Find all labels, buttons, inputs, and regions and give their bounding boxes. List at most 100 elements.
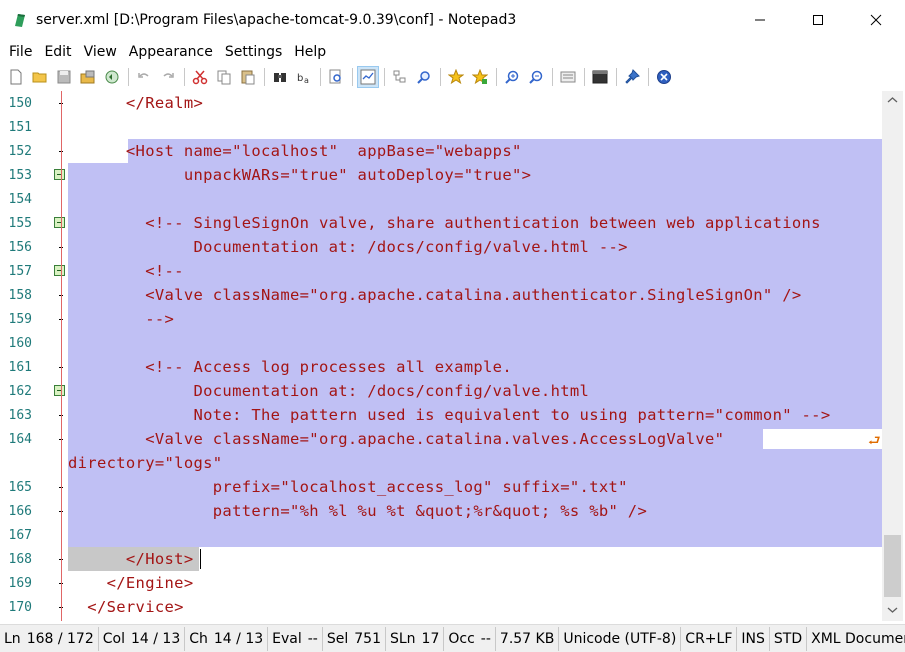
status-occurrences[interactable]: Occ -- (444, 626, 496, 651)
save-as-button[interactable] (77, 66, 99, 88)
status-std[interactable]: STD (770, 626, 808, 651)
copy-button[interactable] (213, 66, 235, 88)
status-insert-mode-value: INS (741, 630, 765, 647)
code-line[interactable]: <!-- SingleSignOn valve, share authentic… (68, 211, 821, 235)
bookmark-button[interactable] (445, 66, 467, 88)
code-line[interactable]: <!-- (68, 259, 184, 283)
find-button[interactable] (269, 66, 291, 88)
code-line[interactable]: </Realm> (68, 91, 203, 115)
status-selection[interactable]: Sel 751 (323, 626, 386, 651)
fold-toggle-icon[interactable] (54, 385, 65, 396)
code-area[interactable]: </Realm> <Host name="localhost" appBase=… (68, 91, 882, 621)
zoom-find-button[interactable] (413, 66, 435, 88)
new-file-button[interactable] (5, 66, 27, 88)
tree-icon (393, 70, 406, 83)
code-line[interactable]: Documentation at: /docs/config/valve.htm… (68, 235, 628, 259)
word-wrap-button[interactable] (357, 66, 379, 88)
redo-icon (163, 73, 174, 78)
cut-button[interactable] (189, 66, 211, 88)
toolbar: ba (0, 64, 905, 90)
status-column[interactable]: Col 14 / 13 (99, 626, 186, 651)
scroll-up-arrow-icon[interactable] (882, 93, 903, 107)
status-insert-mode[interactable]: INS (737, 626, 770, 651)
status-file-size[interactable]: 7.57 KB (496, 626, 560, 651)
minimize-button[interactable] (731, 0, 789, 40)
status-eval[interactable]: Eval -- (268, 626, 323, 651)
title-bar: server.xml [D:\Program Files\apache-tomc… (0, 0, 905, 40)
status-line[interactable]: Ln 168 / 172 (0, 626, 99, 651)
pin-button[interactable] (621, 66, 643, 88)
menu-appearance[interactable]: Appearance (124, 42, 218, 62)
menu-file[interactable]: File (4, 42, 37, 62)
line-number: 162 (8, 384, 32, 399)
menu-view[interactable]: View (79, 42, 122, 62)
save-icon (57, 70, 71, 84)
status-eol[interactable]: CR+LF (681, 626, 738, 651)
close-button[interactable] (847, 0, 905, 40)
close-icon (870, 14, 882, 26)
line-number: 157 (8, 264, 32, 279)
close-document-button[interactable] (653, 66, 675, 88)
code-line[interactable]: directory="logs" (68, 451, 222, 475)
code-line[interactable]: <!-- Access log processes all example. (68, 355, 512, 379)
open-button[interactable] (29, 66, 51, 88)
revert-icon (105, 70, 119, 84)
redo-button[interactable] (157, 66, 179, 88)
zoom-in-button[interactable] (501, 66, 523, 88)
vertical-scrollbar[interactable] (882, 91, 903, 621)
code-line[interactable]: </Engine> (68, 571, 194, 595)
code-line[interactable]: </Service> (68, 595, 184, 619)
code-line[interactable]: <Valve className="org.apache.catalina.va… (68, 427, 724, 451)
find-in-files-button[interactable] (325, 66, 347, 88)
replace-icon: ba (297, 73, 309, 85)
tree-button[interactable] (389, 66, 411, 88)
status-char[interactable]: Ch 14 / 13 (185, 626, 269, 651)
status-bar: Ln 168 / 172 Col 14 / 13 Ch 14 / 13 Eval… (0, 624, 905, 652)
status-char-label: Ch (189, 630, 208, 647)
code-line[interactable]: Documentation at: /docs/config/valve.htm… (68, 379, 589, 403)
line-number: 169 (8, 576, 32, 591)
undo-button[interactable] (133, 66, 155, 88)
paste-button[interactable] (237, 66, 259, 88)
selection-highlight (68, 331, 882, 355)
zoom-out-button[interactable] (525, 66, 547, 88)
status-selection-value: 751 (354, 630, 381, 647)
maximize-button[interactable] (789, 0, 847, 40)
code-line[interactable]: Note: The pattern used is equivalent to … (68, 403, 831, 427)
code-line[interactable]: prefix="localhost_access_log" suffix=".t… (68, 475, 628, 499)
toolbar-separator (320, 68, 321, 86)
code-line[interactable]: <Host name="localhost" appBase="webapps" (68, 139, 522, 163)
fold-toggle-icon[interactable] (54, 169, 65, 180)
fold-margin[interactable] (50, 91, 68, 621)
code-line[interactable]: </Host> (68, 547, 193, 571)
code-line[interactable]: <Valve className="org.apache.catalina.au… (68, 283, 802, 307)
status-lexer[interactable]: XML Document (807, 627, 905, 651)
status-encoding[interactable]: Unicode (UTF-8) (559, 626, 682, 651)
selection-highlight (68, 523, 882, 547)
fold-toggle-icon[interactable] (54, 217, 65, 228)
scheme-button[interactable] (557, 66, 579, 88)
scrollbar-thumb[interactable] (884, 535, 901, 597)
menu-settings[interactable]: Settings (220, 42, 287, 62)
status-selected-lines-label: SLn (389, 630, 416, 647)
editor[interactable]: 150 151 152 153 154 155 156 157 158 159 160 161 162 1… (0, 91, 905, 621)
scroll-down-arrow-icon[interactable] (882, 603, 903, 617)
save-button[interactable] (53, 66, 75, 88)
revert-button[interactable] (101, 66, 123, 88)
line-number: 151 (8, 120, 32, 135)
status-selected-lines[interactable]: SLn 17 (386, 626, 445, 651)
code-line[interactable]: --> (68, 307, 174, 331)
console-button[interactable] (589, 66, 611, 88)
status-eval-label: Eval (272, 630, 302, 647)
menu-help[interactable]: Help (289, 42, 331, 62)
line-number: 150 (8, 96, 32, 111)
fold-toggle-icon[interactable] (54, 265, 65, 276)
status-column-label: Col (102, 630, 125, 647)
add-bookmark-button[interactable] (469, 66, 491, 88)
status-lexer-value: XML Document (811, 630, 905, 647)
code-line[interactable]: pattern="%h %l %u %t &quot;%r&quot; %s %… (68, 499, 647, 523)
menu-edit[interactable]: Edit (39, 42, 76, 62)
code-line[interactable]: unpackWARs="true" autoDeploy="true"> (68, 163, 531, 187)
replace-button[interactable]: ba (293, 66, 315, 88)
close-doc-icon (657, 70, 671, 84)
